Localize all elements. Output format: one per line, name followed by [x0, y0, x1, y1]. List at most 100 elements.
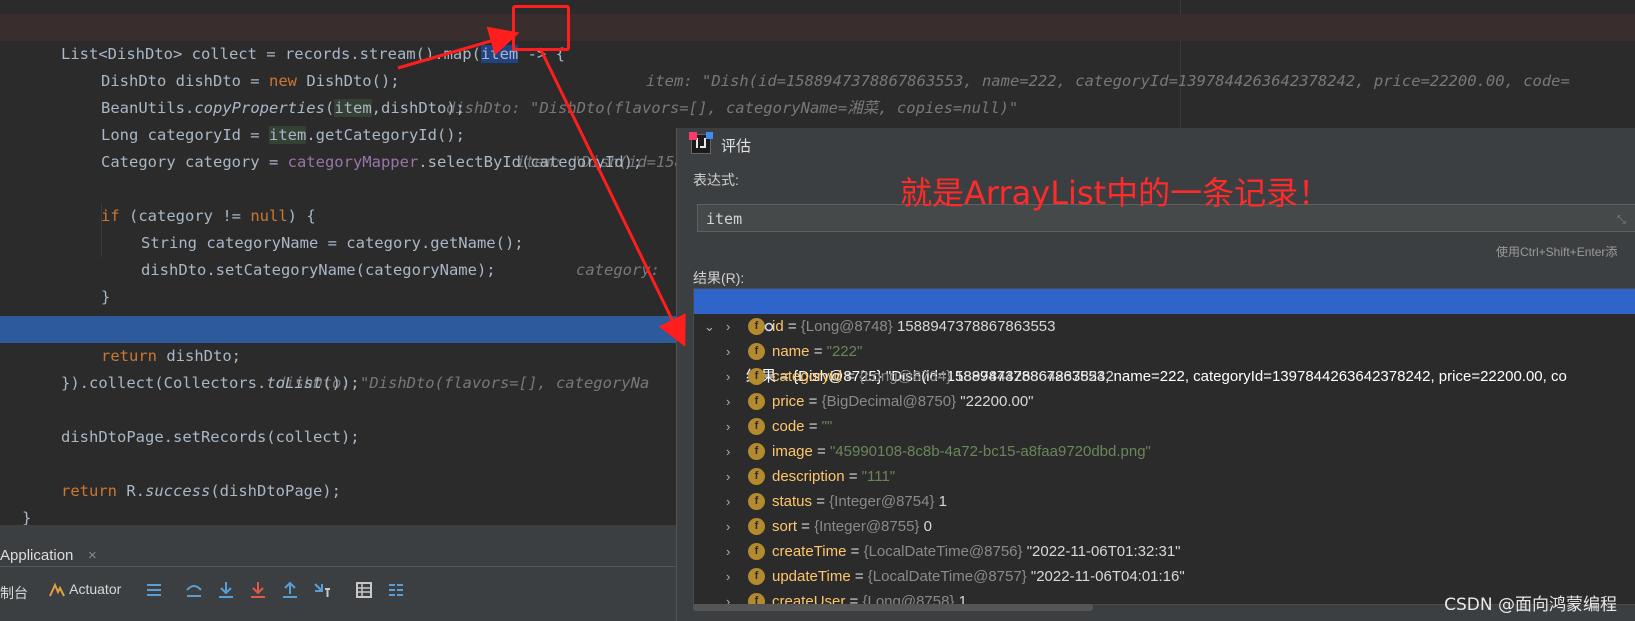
field-row[interactable]: › f code = "" — [694, 414, 1635, 439]
tab-application[interactable]: Application — [0, 547, 73, 564]
equals-sign: = — [812, 493, 830, 510]
equals-sign: = — [809, 343, 827, 360]
code-text: Category category = — [101, 153, 288, 171]
chevron-right-icon[interactable]: › — [726, 489, 736, 514]
evaluate-expression-icon[interactable] — [354, 580, 374, 600]
expression-label: 表达式: — [693, 172, 739, 188]
tree-horizontal-scrollbar[interactable] — [693, 604, 1093, 611]
equals-sign: = — [804, 393, 822, 410]
field-row[interactable]: › f categoryId = {Long@8734} 1397844263642… — [694, 364, 1635, 389]
code-text: dishDtoPage.setRecords(collect); — [61, 428, 360, 446]
field-type: {Integer@8754} — [829, 493, 935, 510]
field-row[interactable]: › f description = "111" — [694, 464, 1635, 489]
field-icon: f — [748, 518, 765, 535]
dialog-title: 评估 — [721, 138, 752, 155]
equals-sign: = — [783, 318, 801, 335]
code-text: .selectById(categoryId); — [418, 153, 643, 171]
equals-sign: = — [804, 418, 822, 435]
field-icon: f — [748, 493, 765, 510]
step-out-icon[interactable] — [280, 580, 300, 600]
trace-stream-icon[interactable] — [386, 580, 406, 600]
result-tree[interactable]: ⌄ 结果 = {Dish@8725} "Dish(id=158894737886… — [693, 288, 1635, 605]
field-row[interactable]: › f updateTime = {LocalDateTime@8757} "202… — [694, 564, 1635, 589]
chevron-right-icon[interactable]: › — [726, 364, 736, 389]
field-name: sort — [772, 518, 798, 535]
annotation-text: 就是ArrayList中的一条记录！ — [900, 174, 1331, 212]
code-line-2[interactable]: DishDto dishDto = new DishDto(); dishDto… — [0, 41, 1635, 117]
equals-sign: = — [846, 543, 864, 560]
field-name: description — [772, 468, 845, 485]
code-text: } — [101, 288, 111, 306]
field-row[interactable]: › f name = "222" — [694, 339, 1635, 364]
field-row[interactable]: › f id = {Long@8748} 1588947378867863553 — [694, 314, 1635, 339]
field-value: 1 — [938, 493, 947, 510]
field-name: updateTime — [772, 568, 851, 585]
chevron-right-icon[interactable]: › — [726, 414, 736, 439]
force-step-into-icon[interactable] — [248, 580, 268, 600]
field-icon: f — [748, 568, 765, 585]
field-reference: categoryMapper — [287, 153, 419, 171]
equals-sign: = — [844, 468, 862, 485]
field-name: image — [772, 443, 813, 460]
field-value: "111" — [861, 468, 896, 485]
field-row[interactable]: › f image = "45990108-8c8b-4a72-bc15-a8faa… — [694, 439, 1635, 464]
field-value: "2022-11-06T01:32:31" — [1026, 543, 1181, 560]
field-row[interactable]: › f status = {Integer@8754} 1 — [694, 489, 1635, 514]
chevron-right-icon[interactable]: › — [726, 589, 736, 604]
chevron-right-icon[interactable]: › — [726, 514, 736, 539]
dialog-title-bar[interactable]: 评估 — [677, 128, 1635, 162]
field-value: 1397844263642378242 — [955, 368, 1114, 385]
chevron-right-icon[interactable]: › — [726, 539, 736, 564]
field-icon: f — [748, 543, 765, 560]
step-into-icon[interactable] — [216, 580, 236, 600]
code-text: }).collect(Collectors. — [61, 374, 267, 392]
chevron-right-icon[interactable]: › — [726, 339, 736, 364]
menu-lines-icon[interactable] — [144, 580, 164, 600]
field-icon: f — [748, 318, 765, 335]
code-text: ()); — [322, 374, 360, 392]
field-row[interactable]: › f price = {BigDecimal@8750} "22200.00" — [694, 389, 1635, 414]
field-value: "222" — [826, 343, 863, 360]
field-value: 1588947378867863553 — [896, 318, 1056, 335]
chevron-right-icon[interactable]: › — [726, 464, 736, 489]
chevron-right-icon[interactable]: › — [726, 389, 736, 414]
field-icon: f — [748, 443, 765, 460]
code-line-4[interactable]: Long categoryId = item.getCategoryId(); … — [0, 95, 1635, 171]
equals-sign: = — [850, 568, 868, 585]
code-text: } — [22, 509, 32, 525]
chevron-right-icon[interactable]: › — [726, 439, 736, 464]
expand-icon[interactable]: ⤡ — [1617, 214, 1626, 227]
field-value: "2022-11-06T04:01:16" — [1030, 568, 1185, 585]
equals-sign: = — [797, 518, 815, 535]
field-value: "" — [821, 418, 833, 435]
actuator-tab[interactable]: Actuator — [48, 581, 121, 599]
actuator-label: Actuator — [69, 581, 122, 597]
field-icon: f — [748, 368, 765, 385]
code-line-3[interactable]: BeanUtils.copyProperties(item,dishDto); — [0, 68, 1635, 117]
code-line-10-execution-point[interactable]: return dishDto; dishDto: "DishDto(flavor… — [0, 316, 676, 392]
debug-toolbar: 制台 Actuator — [0, 576, 676, 608]
step-over-icon[interactable] — [184, 580, 204, 600]
field-row[interactable]: › f createTime = {LocalDateTime@8756} "202… — [694, 539, 1635, 564]
editor-horizontal-scrollbar[interactable] — [0, 525, 676, 535]
shortcut-hint: 使用Ctrl+Shift+Enter添 — [1496, 245, 1618, 259]
field-name: id — [772, 318, 784, 335]
code-line-1[interactable]: List<DishDto> collect = records.stream()… — [0, 14, 1635, 90]
debug-tab-strip: Application × — [0, 545, 676, 567]
chevron-right-icon[interactable]: › — [726, 564, 736, 589]
field-type: {Long@8748} — [800, 318, 893, 335]
field-row[interactable]: › f sort = {Integer@8755} 0 — [694, 514, 1635, 539]
field-type: {BigDecimal@8750} — [821, 393, 957, 410]
field-icon: f — [748, 468, 765, 485]
close-tab-icon[interactable]: × — [88, 547, 97, 564]
run-to-cursor-icon[interactable] — [312, 580, 332, 600]
console-tab[interactable]: 制台 — [0, 583, 28, 603]
field-type: {Integer@8755} — [814, 518, 920, 535]
field-name: categoryId — [772, 368, 843, 385]
divider — [0, 566, 676, 567]
chevron-right-icon[interactable]: › — [726, 314, 736, 339]
static-method: toList — [266, 374, 323, 392]
actuator-icon — [49, 582, 65, 597]
equals-sign: = — [812, 443, 830, 460]
result-root-row[interactable]: ⌄ 结果 = {Dish@8725} "Dish(id=158894737886… — [694, 289, 1635, 385]
